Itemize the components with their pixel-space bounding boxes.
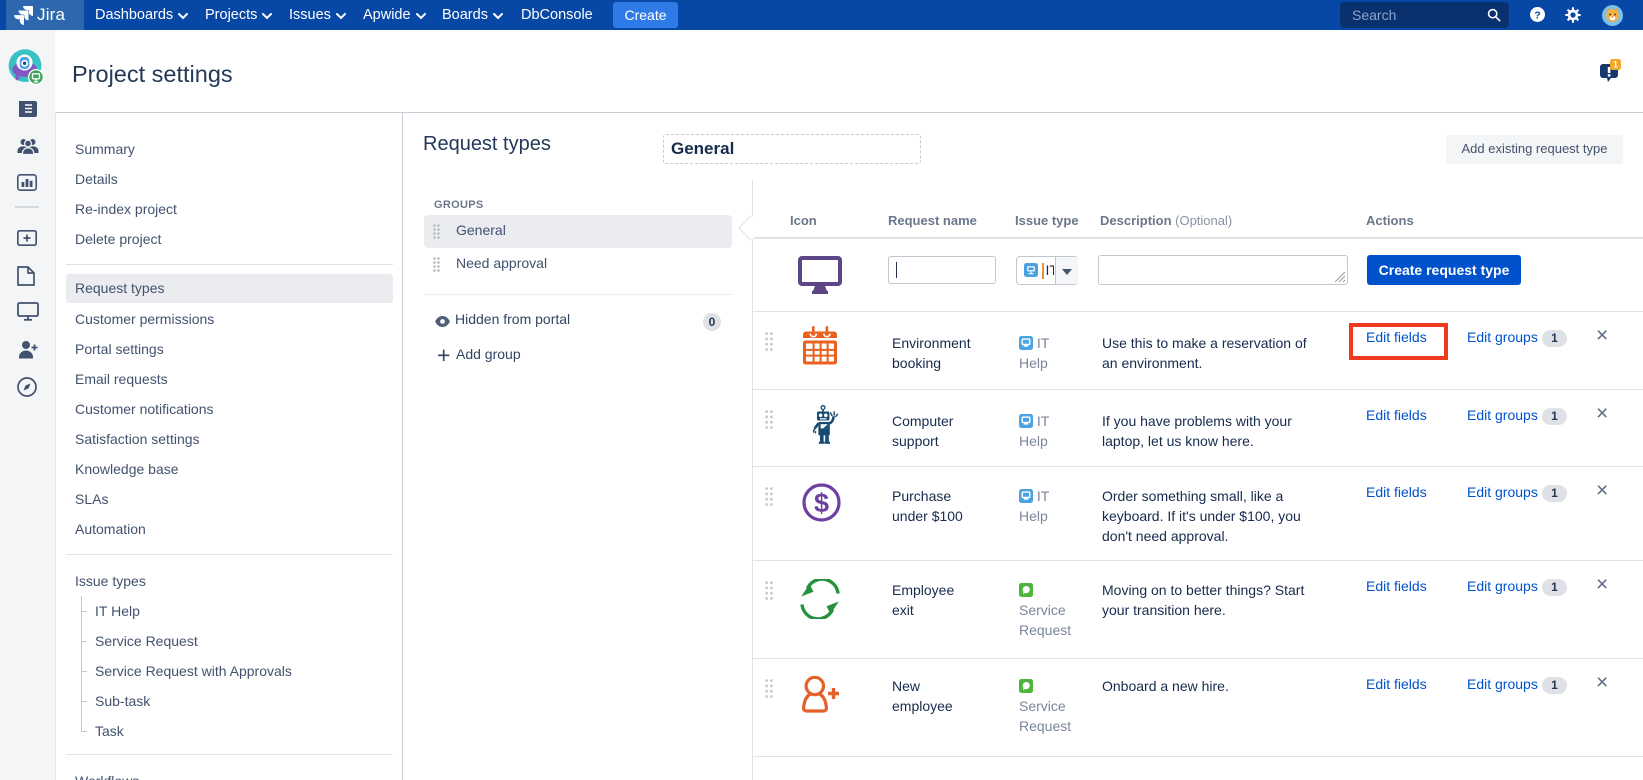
svg-text:$: $	[814, 488, 829, 518]
svg-text:?: ?	[1534, 10, 1540, 21]
svg-text:1: 1	[1613, 60, 1618, 70]
